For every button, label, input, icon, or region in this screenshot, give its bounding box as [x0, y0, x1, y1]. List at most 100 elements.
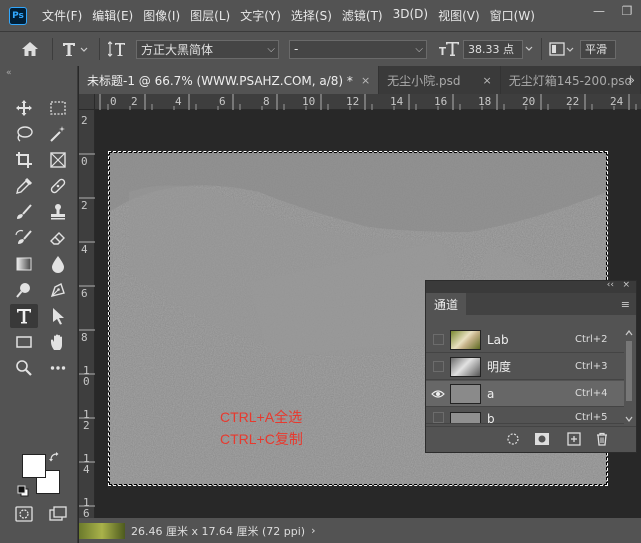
- panel-scrollbar[interactable]: [624, 327, 634, 427]
- channel-thumbnail: [450, 329, 481, 350]
- brush-tool-icon[interactable]: [10, 200, 38, 224]
- ruler-label: 6: [219, 95, 226, 108]
- hand-tool-icon[interactable]: [44, 330, 72, 354]
- move-tool-icon[interactable]: [10, 96, 38, 120]
- eyedropper-tool-icon[interactable]: [10, 174, 38, 198]
- gradient-tool-icon[interactable]: [10, 252, 38, 276]
- tab-label: 无尘灯箱145-200.psd: [508, 73, 633, 88]
- tab-wuchen-dengxiang[interactable]: 无尘灯箱145-200.psd: [500, 66, 641, 94]
- horizontal-ruler[interactable]: 0 2 4 6 8 10 12 14 16 18 20 22 24: [95, 94, 641, 110]
- font-family-value: 方正大黑简体: [141, 42, 214, 57]
- eye-icon[interactable]: [426, 389, 450, 399]
- text-orientation-icon[interactable]: [106, 41, 130, 57]
- trash-icon[interactable]: [595, 432, 609, 449]
- tools-panel: «: [0, 66, 78, 543]
- frame-tool-icon[interactable]: [44, 148, 72, 172]
- new-channel-icon[interactable]: [567, 432, 581, 449]
- close-icon[interactable]: ×: [482, 74, 491, 87]
- font-family-select[interactable]: 方正大黑简体 ⌵: [136, 39, 279, 59]
- rectangle-tool-icon[interactable]: [10, 330, 38, 354]
- more-tools-icon[interactable]: [44, 356, 72, 380]
- menu-layer[interactable]: 图层(L): [185, 7, 235, 24]
- home-icon[interactable]: [14, 41, 46, 57]
- close-icon[interactable]: ×: [361, 74, 370, 87]
- save-selection-icon[interactable]: [534, 432, 550, 449]
- ruler-label: 8: [81, 331, 88, 344]
- visibility-box: [432, 361, 444, 372]
- visibility-box: [432, 334, 444, 345]
- dodge-tool-icon[interactable]: [10, 278, 38, 302]
- document-thumbnail: [79, 522, 125, 539]
- eraser-tool-icon[interactable]: [44, 226, 72, 250]
- antialias-select[interactable]: 平滑: [580, 39, 616, 59]
- toolbar-collapse-button[interactable]: «: [0, 66, 77, 80]
- font-size-field[interactable]: 38.33 点: [463, 39, 523, 59]
- screen-mode-icon[interactable]: [44, 502, 72, 526]
- channel-row-lightness[interactable]: 明度 Ctrl+3: [426, 354, 624, 380]
- channel-thumbnail: [450, 412, 481, 423]
- more-tabs-icon[interactable]: »: [628, 66, 635, 94]
- type-tool-preset-icon[interactable]: [59, 41, 93, 57]
- ruler-label: 1 0: [83, 364, 90, 388]
- menu-file[interactable]: 文件(F): [37, 7, 87, 24]
- panel-menu-icon[interactable]: ≡: [621, 298, 630, 311]
- menu-window[interactable]: 窗口(W): [485, 7, 540, 24]
- channel-row-b[interactable]: b Ctrl+5: [426, 408, 624, 424]
- menu-3d[interactable]: 3D(D): [388, 7, 433, 24]
- channel-shortcut: Ctrl+2: [575, 334, 608, 345]
- crop-tool-icon[interactable]: [10, 148, 38, 172]
- chevron-down-icon[interactable]: [523, 46, 535, 52]
- healing-brush-tool-icon[interactable]: [44, 174, 72, 198]
- swap-colors-icon[interactable]: [48, 450, 62, 464]
- collapse-panel-icon[interactable]: ‹‹: [607, 280, 614, 290]
- close-panel-icon[interactable]: ×: [622, 280, 630, 290]
- type-tool-icon[interactable]: [10, 304, 38, 328]
- clone-stamp-tool-icon[interactable]: [44, 200, 72, 224]
- quick-mask-icon[interactable]: [10, 502, 38, 526]
- font-style-value: -: [294, 42, 299, 56]
- channel-row-a[interactable]: a Ctrl+4: [426, 381, 624, 407]
- minimize-button[interactable]: —: [585, 0, 613, 22]
- antialias-value: 平滑: [585, 43, 607, 56]
- antialias-icon: [548, 41, 576, 57]
- menu-edit[interactable]: 编辑(E): [87, 7, 138, 24]
- menu-view[interactable]: 视图(V): [433, 7, 485, 24]
- menu-type[interactable]: 文字(Y): [235, 7, 286, 24]
- menu-filter[interactable]: 滤镜(T): [337, 7, 388, 24]
- blur-tool-icon[interactable]: [44, 252, 72, 276]
- menu-select[interactable]: 选择(S): [286, 7, 337, 24]
- default-colors-icon[interactable]: [16, 484, 30, 498]
- ruler-label: 0: [81, 155, 88, 168]
- ruler-label: 1 6: [83, 496, 90, 520]
- visibility-toggle[interactable]: [426, 334, 450, 345]
- vertical-ruler[interactable]: 2 0 2 4 6 8 1 0 1 2 1 4 1 6: [79, 110, 95, 520]
- ruler-label: 2: [81, 114, 88, 127]
- options-bar: 方正大黑简体 ⌵ - ⌵ 38.33 点 平滑: [0, 31, 641, 66]
- status-menu-arrow[interactable]: ›: [311, 524, 315, 537]
- ruler-origin[interactable]: [79, 94, 95, 110]
- visibility-toggle[interactable]: [426, 412, 450, 423]
- lasso-tool-icon[interactable]: [10, 122, 38, 146]
- marquee-tool-icon[interactable]: [44, 96, 72, 120]
- tab-wuchen-xiaoyuan[interactable]: 无尘小院.psd ×: [379, 66, 501, 94]
- visibility-toggle[interactable]: [426, 361, 450, 372]
- tab-channels[interactable]: 通道: [426, 293, 466, 315]
- ruler-label: 4: [81, 243, 88, 256]
- overlay-text-select-all: CTRL+A全选: [220, 409, 303, 425]
- font-style-select[interactable]: - ⌵: [289, 39, 427, 59]
- channel-thumbnail: [450, 356, 481, 377]
- menu-image[interactable]: 图像(I): [138, 7, 185, 24]
- load-selection-icon[interactable]: [506, 432, 520, 449]
- panel-header[interactable]: ‹‹ ×: [426, 280, 636, 293]
- ruler-label: 4: [175, 95, 182, 108]
- history-brush-tool-icon[interactable]: [10, 226, 38, 250]
- channel-row-lab[interactable]: Lab Ctrl+2: [426, 327, 624, 353]
- channel-name: Lab: [487, 332, 509, 347]
- pen-tool-icon[interactable]: [44, 278, 72, 302]
- zoom-tool-icon[interactable]: [10, 356, 38, 380]
- path-selection-tool-icon[interactable]: [44, 304, 72, 328]
- tab-untitled-1[interactable]: 未标题-1 @ 66.7% (WWW.PSAHZ.COM, a/8) * ×: [79, 66, 380, 94]
- restore-button[interactable]: ❐: [613, 0, 641, 22]
- magic-wand-tool-icon[interactable]: [44, 122, 72, 146]
- foreground-color-swatch[interactable]: [22, 454, 46, 478]
